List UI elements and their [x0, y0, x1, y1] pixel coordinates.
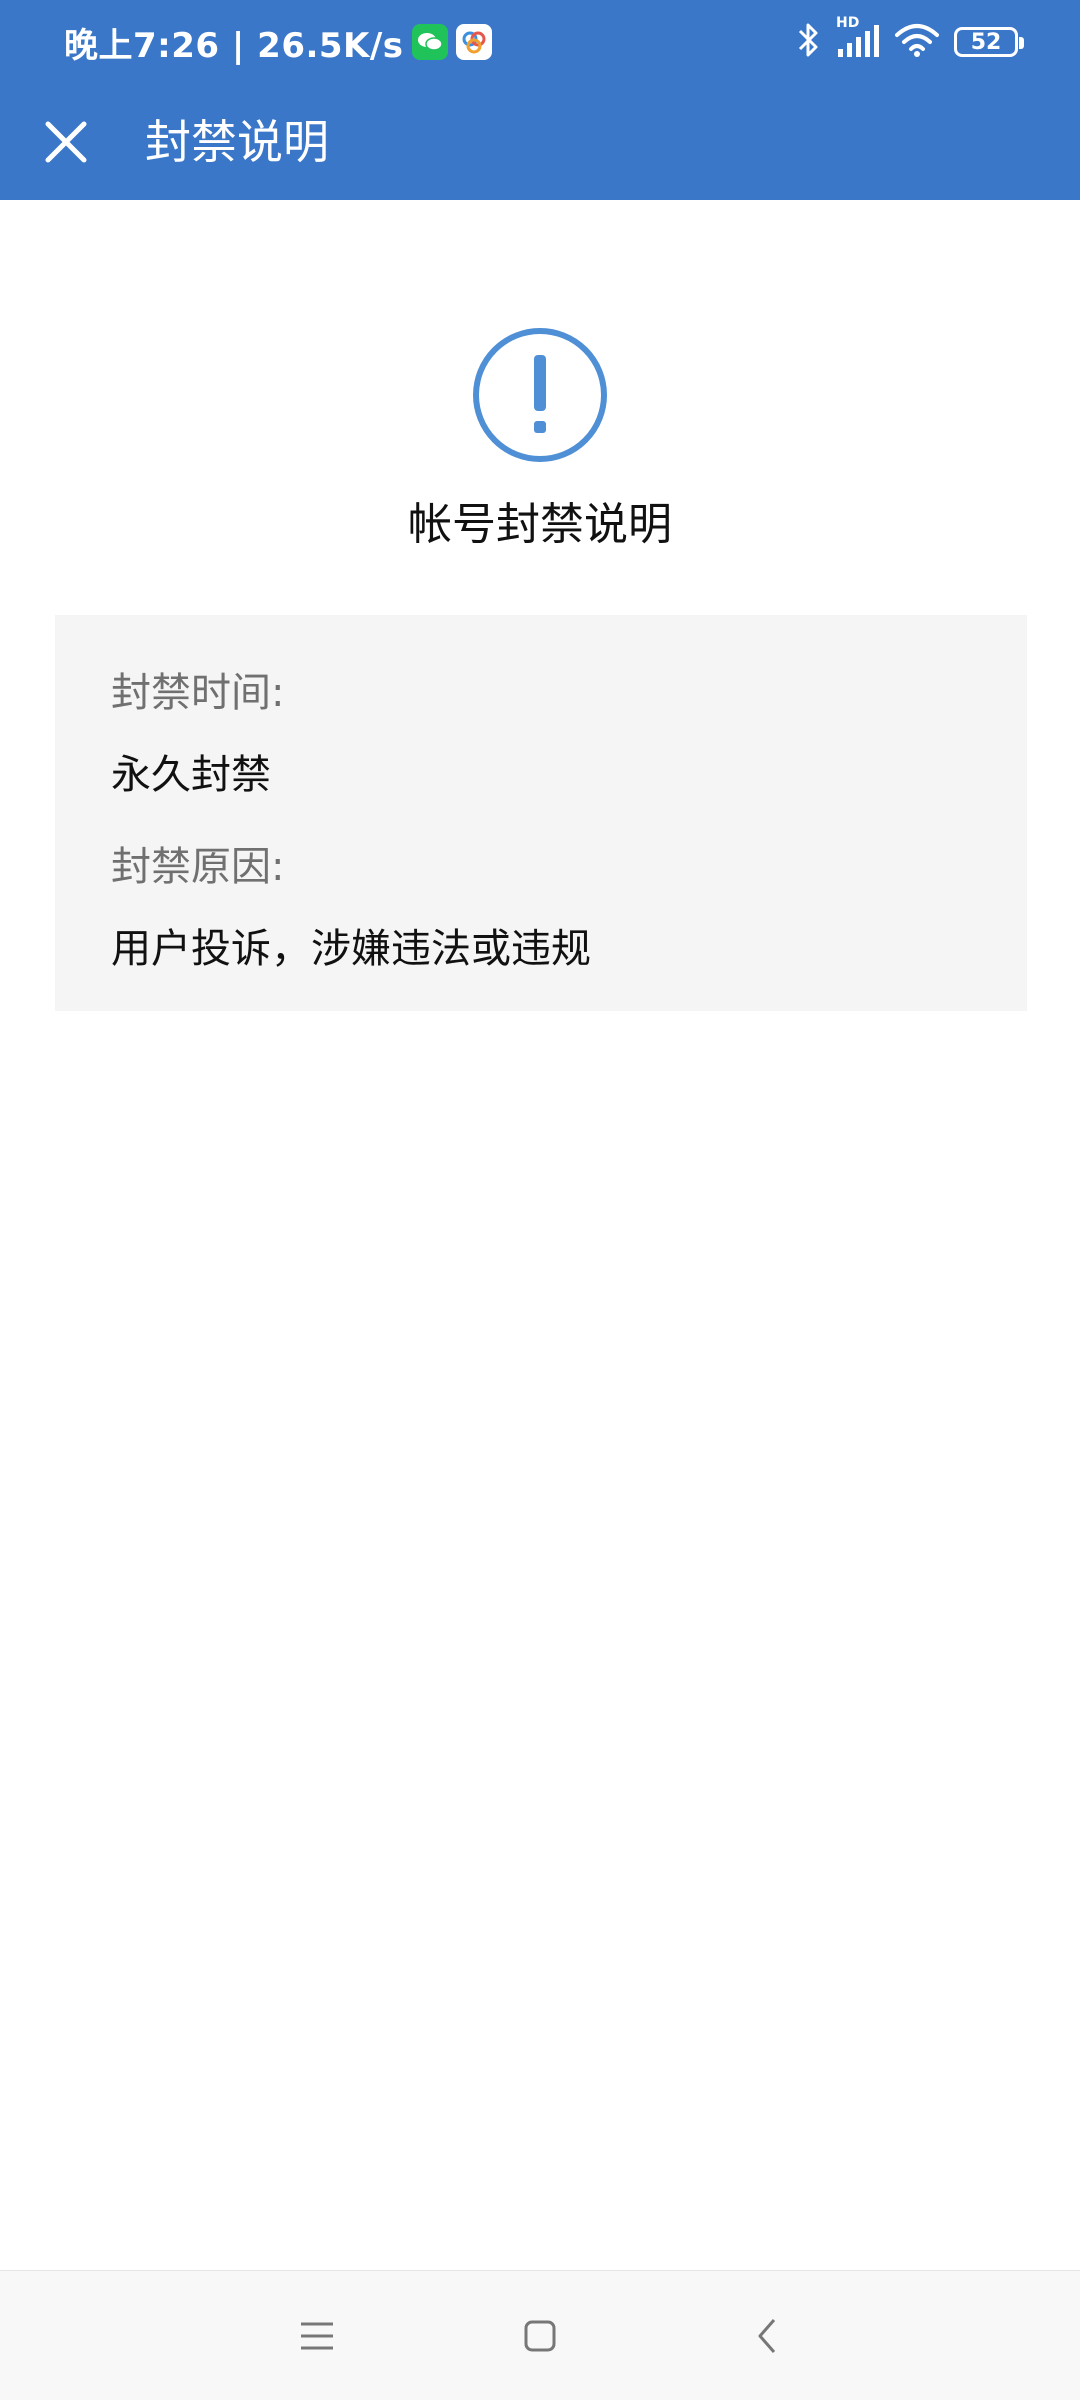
ban-title: 帐号封禁说明 [408, 499, 672, 550]
back-button[interactable] [727, 2296, 807, 2376]
network-badge: HD [836, 15, 860, 31]
system-nav-bar [0, 2270, 1080, 2400]
signal-icon: HD [836, 15, 880, 63]
menu-icon [301, 2322, 333, 2350]
wifi-icon [894, 21, 940, 63]
close-button[interactable] [30, 106, 102, 178]
ban-reason-value: 用户投诉，涉嫌违法或违规 [111, 926, 591, 972]
app-icon [455, 24, 492, 60]
status-bar: 晚上7:26 | 26.5K/s HD 52 [0, 0, 1080, 84]
ban-reason-label: 封禁原因: [111, 844, 285, 890]
app-bar: 封禁说明 [0, 84, 1080, 200]
battery-level: 52 [970, 29, 1002, 55]
status-time-speed: 晚上7:26 | 26.5K/s [64, 25, 404, 66]
ban-info-card: 封禁时间: 永久封禁 封禁原因: 用户投诉，涉嫌违法或违规 [55, 615, 1027, 1011]
home-button[interactable] [500, 2296, 580, 2376]
status-right: HD 52 [796, 15, 1024, 66]
exclamation-circle-icon [473, 328, 607, 462]
ban-time-label: 封禁时间: [111, 670, 285, 716]
ban-time-value: 永久封禁 [111, 752, 271, 798]
battery-icon: 52 [954, 27, 1024, 57]
app-header: 晚上7:26 | 26.5K/s HD 52 封禁说明 [0, 0, 1080, 200]
page-title: 封禁说明 [145, 115, 329, 169]
recent-apps-button[interactable] [277, 2296, 357, 2376]
bluetooth-icon [796, 21, 822, 63]
home-icon [524, 2320, 556, 2352]
close-icon [45, 121, 87, 163]
status-left: 晚上7:26 | 26.5K/s [64, 18, 492, 66]
wechat-icon [411, 24, 448, 60]
back-icon [758, 2319, 776, 2353]
